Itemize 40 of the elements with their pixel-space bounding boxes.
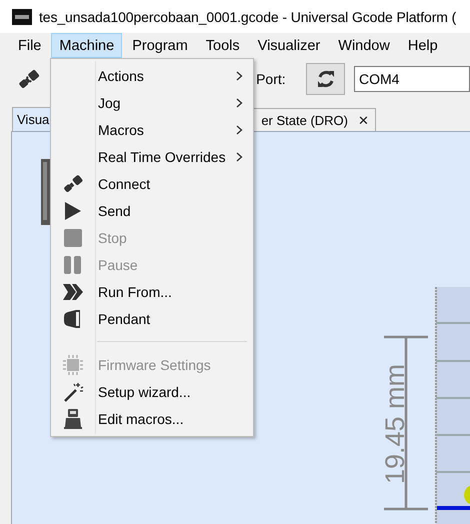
stop-icon: [62, 226, 84, 248]
connect-plug-icon: [62, 172, 84, 194]
menu-item[interactable]: Pendant: [51, 305, 253, 332]
chevron-right-icon: [236, 70, 243, 80]
tab[interactable]: er State (DRO) ✕: [254, 108, 376, 131]
dimension-label: 19.45 mm: [380, 364, 410, 484]
chevron-right-icon: [236, 124, 243, 134]
menu-item[interactable]: Run From...: [51, 278, 253, 305]
port-field[interactable]: COM4: [354, 66, 470, 92]
window-title: tes_unsada100percobaan_0001.gcode - Universal Gcode Platform (: [39, 8, 456, 24]
pause-icon: [62, 254, 84, 276]
tool-path-line: [437, 506, 470, 510]
menu-bar-item[interactable]: Tools: [198, 33, 248, 58]
menu-bar-item[interactable]: Help: [400, 33, 446, 58]
close-icon[interactable]: ✕: [358, 112, 369, 128]
menu-bar-item[interactable]: Program: [124, 33, 196, 58]
port-label: Port:: [256, 71, 287, 87]
menu-item[interactable]: Jog: [51, 89, 253, 116]
tab[interactable]: Visua: [12, 107, 50, 131]
chevron-right-icon: [236, 98, 243, 108]
refresh-button[interactable]: [306, 63, 345, 95]
menu-item[interactable]: Real Time Overrides: [51, 143, 253, 170]
chevron-right-icon: [236, 152, 243, 162]
tool-position-marker: [464, 485, 470, 505]
menu-bar-item[interactable]: Window: [330, 33, 398, 58]
menu-item[interactable]: Setup wizard...: [51, 378, 253, 405]
chip-icon: [62, 354, 84, 376]
refresh-icon: [316, 69, 336, 89]
menu-item[interactable]: Macros: [51, 116, 253, 143]
app-logo-icon: [12, 8, 32, 24]
menu-item[interactable]: Edit macros...: [51, 405, 253, 432]
menu-bar-item[interactable]: Machine: [51, 33, 122, 58]
machine-gadget-drawing: [41, 159, 51, 225]
menu-item[interactable]: Connect: [51, 170, 253, 197]
menu-item[interactable]: Actions: [51, 62, 253, 89]
menu-bar-item[interactable]: Visualizer: [250, 33, 328, 58]
magic-wand-icon: [62, 380, 84, 402]
menu-bar-item[interactable]: File: [10, 33, 50, 58]
robot-icon: [62, 408, 84, 430]
menu-item[interactable]: Send: [51, 197, 253, 224]
